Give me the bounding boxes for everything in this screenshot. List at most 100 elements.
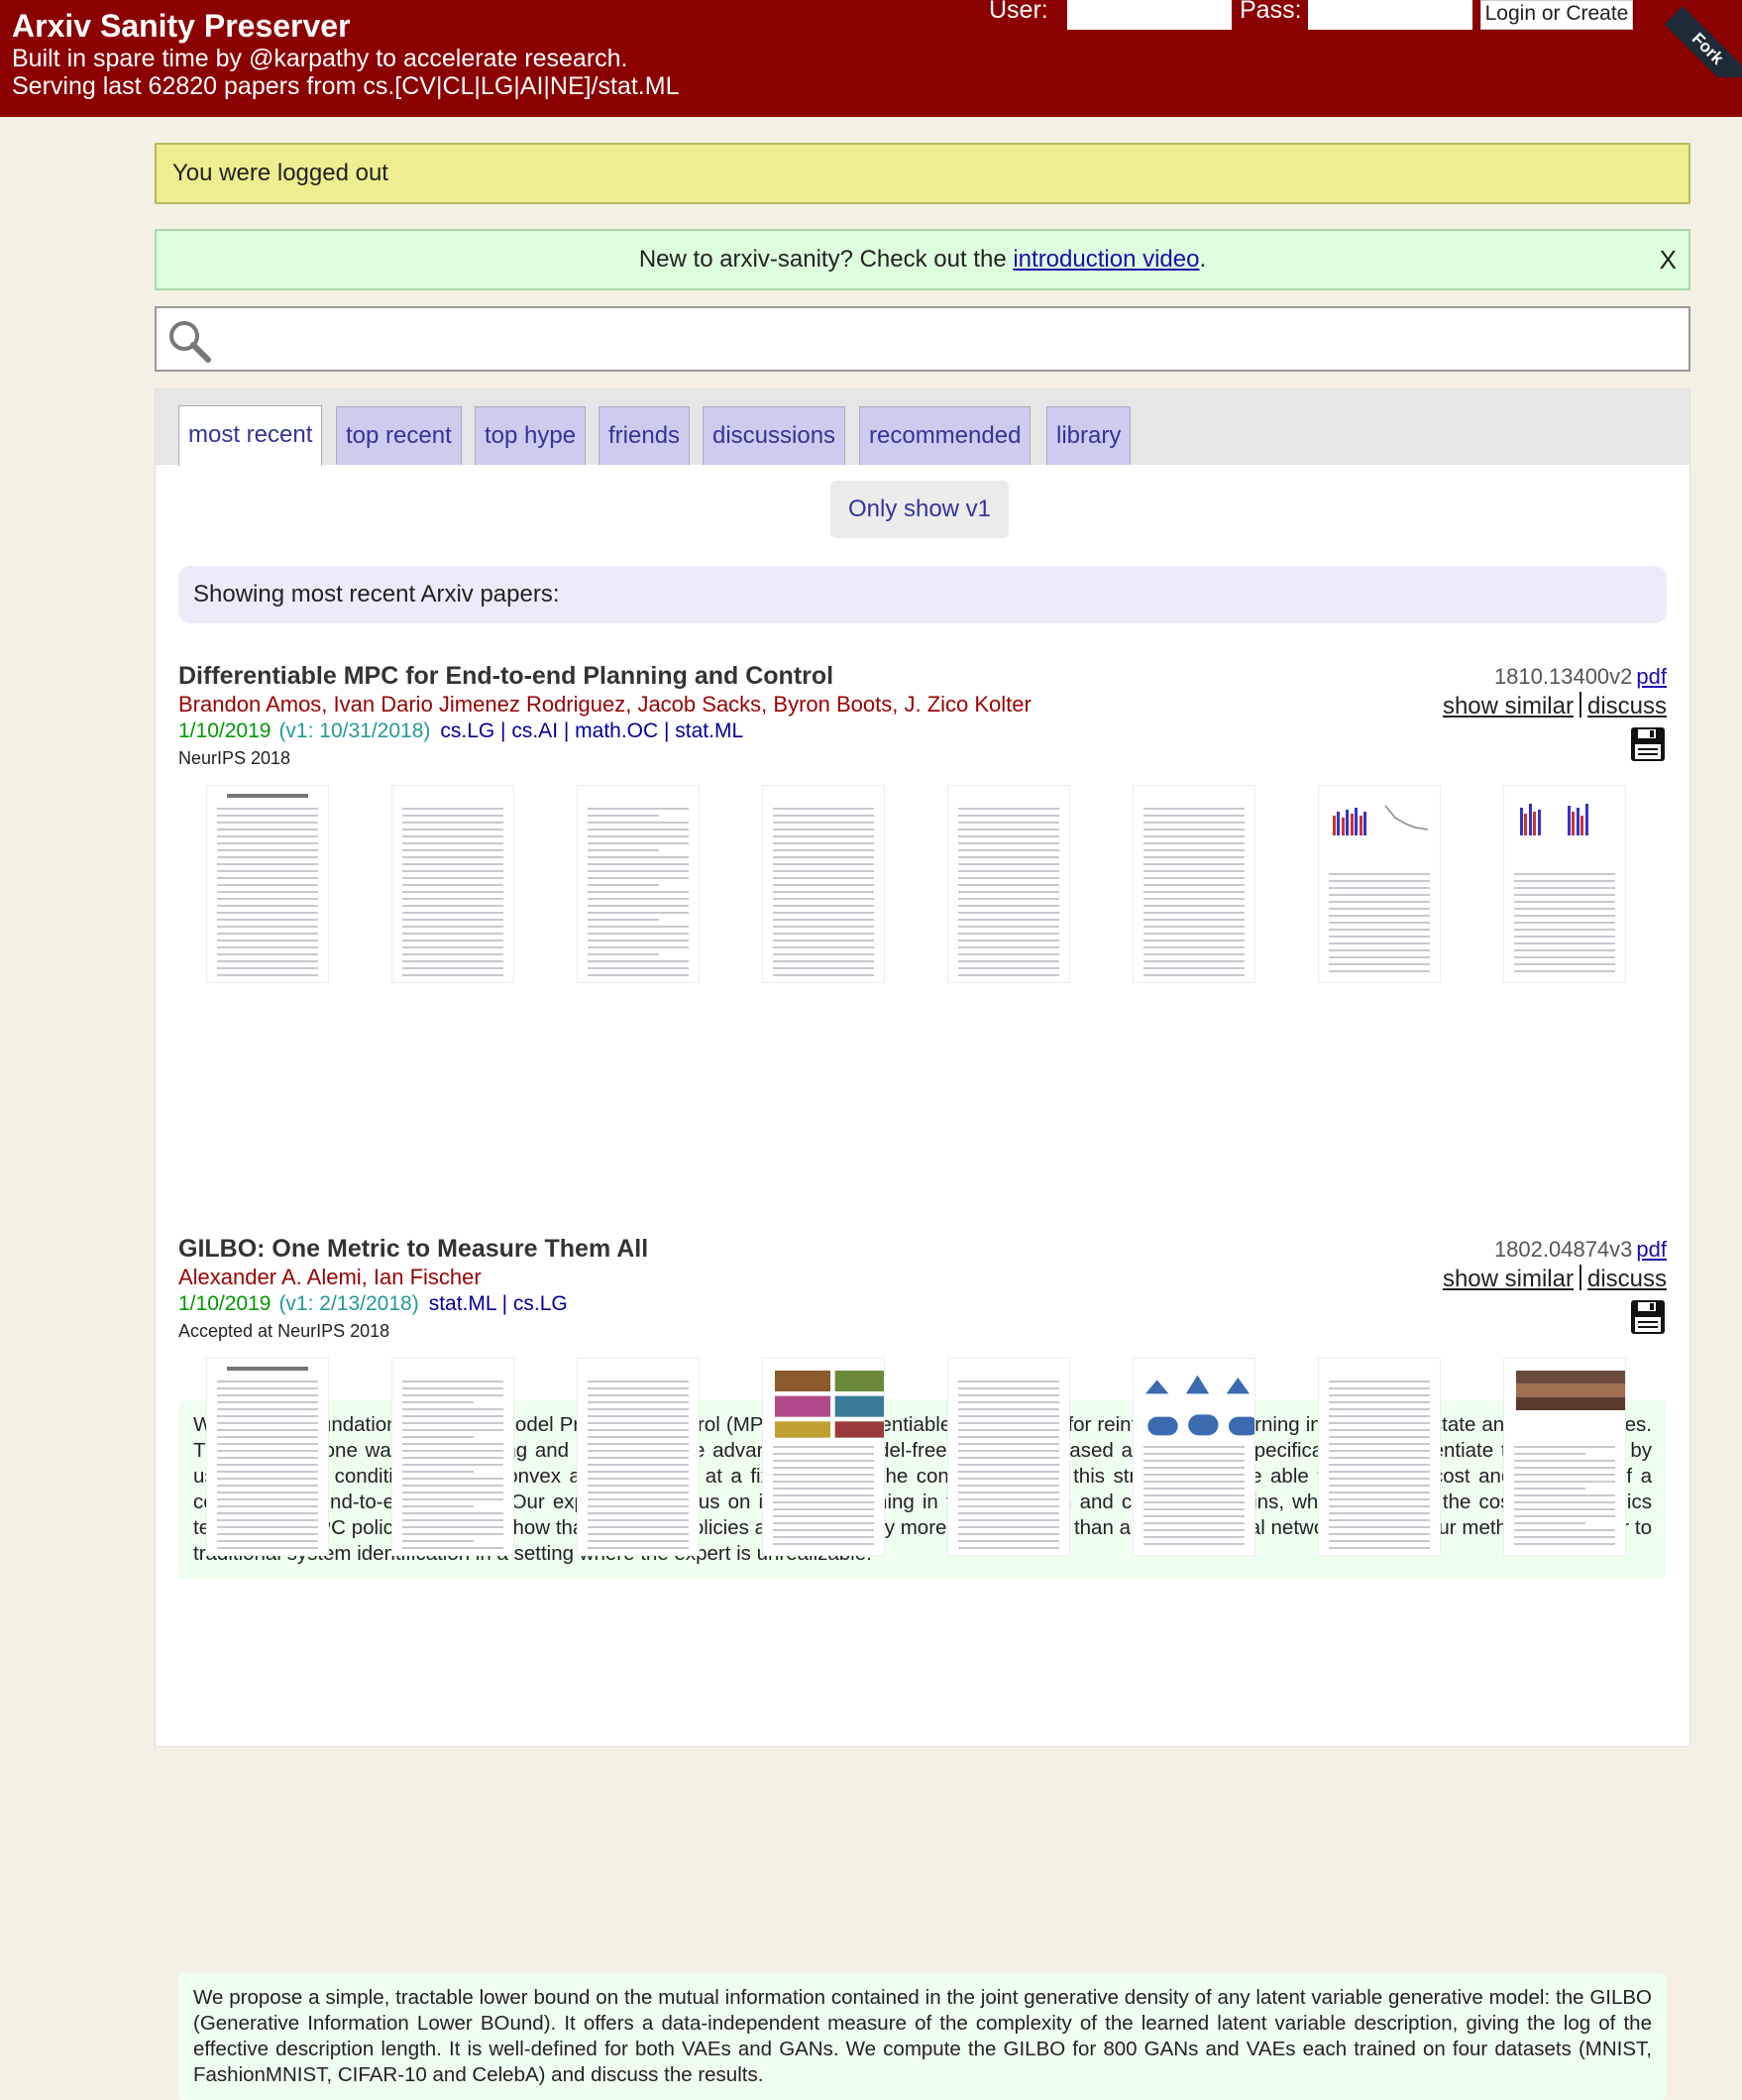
thumbnail-text-line xyxy=(1143,1446,1245,1448)
show-similar-link[interactable]: show similar xyxy=(1443,693,1574,719)
pdf-link[interactable]: pdf xyxy=(1636,664,1667,689)
thumbnail-page xyxy=(947,785,1070,983)
thumbnail-text-line xyxy=(773,905,874,907)
pdf-link[interactable]: pdf xyxy=(1636,1237,1667,1262)
thumbnail-text-line xyxy=(217,1485,318,1487)
thumbnail-text-line xyxy=(773,808,874,810)
thumbnail-text-line xyxy=(402,898,503,900)
thumbnail-text-line xyxy=(402,1381,503,1382)
thumbnail-text-line xyxy=(1514,1494,1615,1496)
thumbnail-text-line xyxy=(217,849,318,851)
arxiv-id[interactable]: 1810.13400v2 xyxy=(1494,664,1632,689)
showing-header: Showing most recent Arxiv papers: xyxy=(178,566,1667,623)
thumbnail-text-line xyxy=(1143,829,1245,830)
thumbnail-text-line xyxy=(217,1464,318,1466)
thumbnail-text-line xyxy=(773,1522,874,1524)
thumbnail-text-line xyxy=(773,1460,874,1462)
thumbnail-text-line xyxy=(588,1547,689,1549)
thumbnail-text-line xyxy=(402,1436,474,1438)
thumbnail-text-line xyxy=(588,1498,689,1500)
site-title[interactable]: Arxiv Sanity Preserver xyxy=(12,8,351,45)
thumbnail-text-line xyxy=(1143,1543,1245,1545)
thumbnail-text-line xyxy=(1514,894,1615,896)
thumbnail-text-line xyxy=(217,884,318,886)
password-field[interactable] xyxy=(1308,0,1472,30)
discuss-link[interactable]: discuss xyxy=(1587,693,1667,719)
thumbnail-text-line xyxy=(1329,1533,1430,1535)
thumbnail-text-line xyxy=(588,856,689,858)
floppy-disk-icon[interactable] xyxy=(1629,725,1667,763)
paper-title[interactable]: Differentiable MPC for End-to-end Planni… xyxy=(178,662,833,691)
thumbnail-text-line xyxy=(1143,815,1245,817)
thumbnail-text-line xyxy=(402,1512,503,1514)
paper-title[interactable]: GILBO: One Metric to Measure Them All xyxy=(178,1235,648,1264)
thumbnail-text-line xyxy=(588,1422,689,1424)
thumbnail-text-line xyxy=(1514,936,1615,938)
search-input[interactable] xyxy=(155,306,1690,372)
thumbnail-text-line xyxy=(588,939,689,941)
thumbnail-text-line xyxy=(1329,1415,1430,1417)
thumbnail-text-line xyxy=(773,974,874,976)
thumbnail-text-line xyxy=(958,1415,1059,1417)
tab-friends[interactable]: friends xyxy=(599,406,691,465)
thumbnail-text-line xyxy=(217,1471,318,1473)
paper-v1-date: (v1: 10/31/2018) xyxy=(278,719,431,742)
thumbnail-text-line xyxy=(773,891,874,893)
thumbnail-text-line xyxy=(958,835,1059,837)
thumbnail-text-line xyxy=(402,1394,503,1396)
thumbnail-text-line xyxy=(1143,870,1245,872)
floppy-disk-icon[interactable] xyxy=(1629,1298,1667,1336)
thumbnail-text-line xyxy=(773,835,874,837)
thumbnail-text-line xyxy=(588,1519,689,1521)
thumbnail-text-line xyxy=(588,967,689,969)
discuss-link[interactable]: discuss xyxy=(1587,1266,1667,1292)
thumbnail-text-line xyxy=(1143,1488,1245,1490)
tab-most-recent[interactable]: most recent xyxy=(178,405,323,466)
paper-authors[interactable]: Brandon Amos, Ivan Dario Jimenez Rodrigu… xyxy=(178,692,1032,718)
paper-categories[interactable]: cs.LG | cs.AI | math.OC | stat.ML xyxy=(440,719,743,742)
thumbnail-text-line xyxy=(958,967,1059,969)
intro-video-link[interactable]: introduction video xyxy=(1013,246,1199,273)
paper-categories[interactable]: stat.ML | cs.LG xyxy=(429,1292,568,1315)
thumbnail-text-line xyxy=(217,1443,318,1445)
paper-thumbnails[interactable] xyxy=(178,1358,1667,1556)
tab-discussions[interactable]: discussions xyxy=(703,406,846,465)
username-field[interactable] xyxy=(1067,0,1232,30)
thumbnail-text-line xyxy=(217,891,318,893)
tab-top-hype[interactable]: top hype xyxy=(475,406,587,465)
thumbnail-text-line xyxy=(958,1387,1059,1389)
show-similar-link[interactable]: show similar xyxy=(1443,1266,1574,1292)
thumbnail-text-line xyxy=(1514,901,1615,903)
thumbnail-text-line xyxy=(217,953,318,955)
thumbnail-text-line xyxy=(958,974,1059,976)
thumbnail-text-line xyxy=(958,926,1059,928)
tab-library[interactable]: library xyxy=(1046,406,1132,465)
thumbnail-text-line xyxy=(1143,884,1245,886)
thumbnail-text-line xyxy=(217,1533,318,1535)
arxiv-id[interactable]: 1802.04874v3 xyxy=(1494,1237,1632,1262)
only-show-v1-button[interactable]: Only show v1 xyxy=(830,481,1009,538)
thumbnail-text-line xyxy=(588,884,659,886)
thumbnail-text-line xyxy=(402,1492,503,1493)
close-intro-button[interactable]: X xyxy=(1660,231,1677,288)
thumbnail-text-line xyxy=(588,808,689,810)
tab-recommended[interactable]: recommended xyxy=(859,406,1032,465)
paper-authors[interactable]: Alexander A. Alemi, Ian Fischer xyxy=(178,1265,482,1290)
thumbnail-text-line xyxy=(588,849,659,851)
thumbnail-text-line xyxy=(773,912,874,914)
login-button[interactable]: Login or Create xyxy=(1480,0,1633,30)
thumbnail-text-line xyxy=(1329,942,1430,944)
thumbnail-text-line xyxy=(402,856,503,858)
fork-ribbon-label: Fork xyxy=(1665,6,1742,77)
thumbnail-text-line xyxy=(402,808,503,810)
thumbnail-text-line xyxy=(1143,933,1245,935)
thumbnail-text-line xyxy=(958,1540,1059,1542)
thumbnail-text-line xyxy=(1143,1460,1245,1462)
paper-thumbnails[interactable] xyxy=(178,785,1667,983)
thumbnail-text-line xyxy=(958,953,1059,955)
thumbnail-text-line xyxy=(588,1436,689,1438)
fork-ribbon[interactable]: Fork xyxy=(1665,0,1742,77)
thumbnail-text-line xyxy=(217,967,318,969)
tab-top-recent[interactable]: top recent xyxy=(336,406,462,465)
thumbnail-text-line xyxy=(588,1492,689,1493)
